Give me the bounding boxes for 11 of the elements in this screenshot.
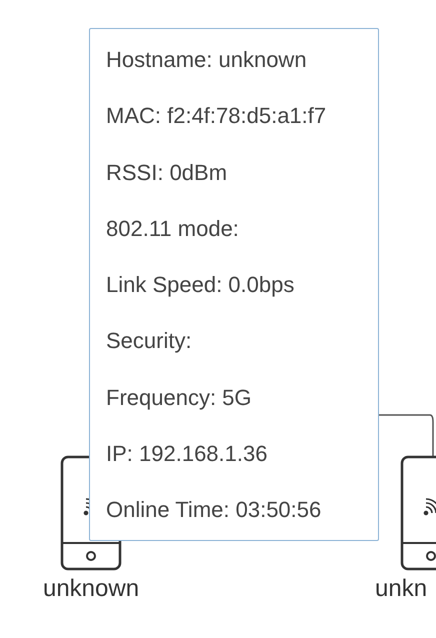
tooltip-line: IP: 192.168.1.36 <box>106 441 268 468</box>
device-label: unknown <box>42 575 140 603</box>
device-label: unkn <box>375 575 428 603</box>
tooltip-line: RSSI: 0dBm <box>106 160 228 186</box>
tooltip-line: Hostname: unknown <box>106 47 308 73</box>
tooltip-line: MAC: f2:4f:78:d5:a1:f7 <box>106 103 328 130</box>
tooltip-line: Security: <box>106 328 193 354</box>
tooltip-line: Online Time: 03:50:56 <box>106 497 322 524</box>
tooltip-line: 802.11 mode: <box>106 216 240 242</box>
tooltip-line: Link Speed: 0.0bps <box>106 272 296 298</box>
tooltip-line: Frequency: 5G <box>106 384 253 411</box>
